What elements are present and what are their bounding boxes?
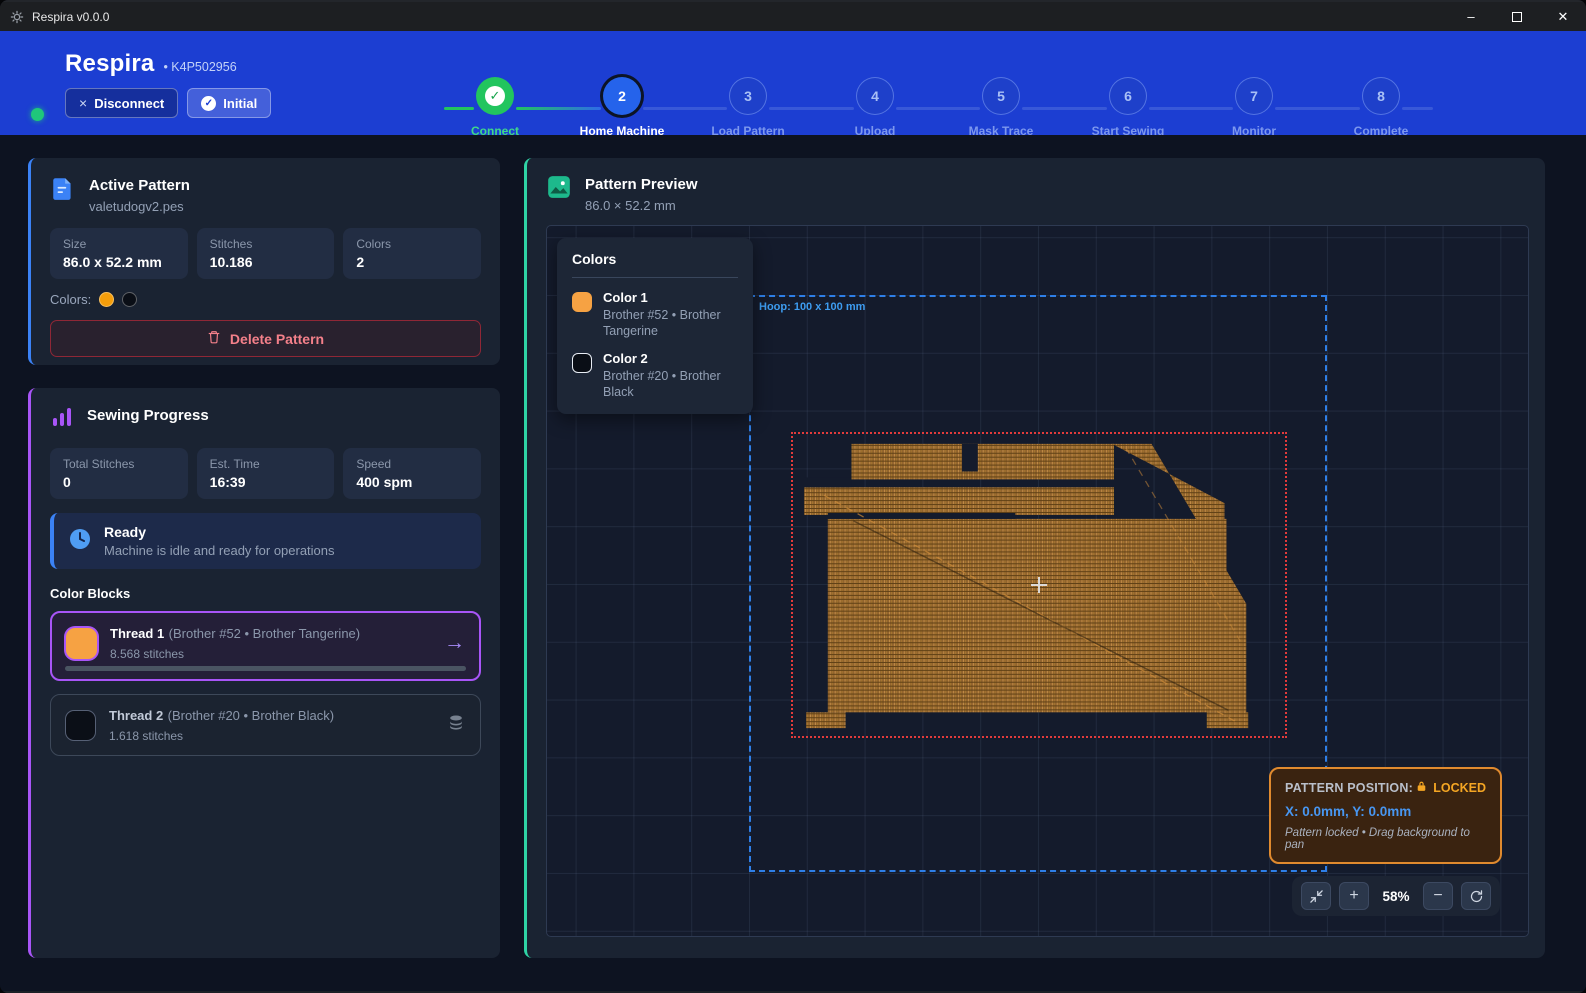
thread-row-1[interactable]: Thread 1 (Brother #52 • Brother Tangerin…	[50, 611, 481, 681]
step-complete-check-icon: ✓	[485, 86, 505, 106]
step-connect-circle: ✓	[476, 77, 514, 115]
hoop-label: Hoop: 100 x 100 mm	[759, 301, 865, 313]
stat-total-stitches: Total Stitches 0	[50, 448, 188, 499]
pattern-position-overlay: PATTERN POSITION: LOCKED X: 0.0mm, Y: 0.…	[1269, 767, 1502, 864]
step-monitor-circle: 7	[1235, 77, 1273, 115]
step-mask-trace[interactable]: 5 Mask Trace	[938, 77, 1064, 138]
legend-swatch-tangerine	[572, 292, 592, 312]
pattern-preview-card: Pattern Preview 86.0 × 52.2 mm Hoop: 100…	[524, 158, 1545, 958]
window-title: Respira v0.0.0	[32, 10, 109, 24]
stat-colors: Colors 2	[343, 228, 481, 279]
zoom-level: 58%	[1377, 889, 1415, 904]
fit-to-view-button[interactable]	[1301, 882, 1331, 910]
disconnect-button[interactable]: × Disconnect	[65, 88, 178, 118]
bar-chart-icon	[50, 405, 74, 434]
color-blocks-label: Color Blocks	[50, 586, 481, 601]
check-circle-icon: ✓	[201, 96, 216, 111]
minimize-button[interactable]: –	[1448, 2, 1494, 31]
status-title: Ready	[104, 524, 335, 540]
colors-legend: Colors Color 1 Brother #52 • Brother Tan…	[557, 238, 753, 414]
app-window: Respira v0.0.0 – ✕ Respira • K4P502956 ×…	[0, 0, 1586, 993]
close-button[interactable]: ✕	[1540, 2, 1586, 31]
legend-entry-color-2: Color 2 Brother #20 • Brother Black	[572, 351, 738, 400]
legend-title: Colors	[572, 251, 738, 278]
disconnect-x-icon: ×	[79, 95, 87, 111]
pattern-center-crosshair	[1031, 577, 1047, 593]
stat-est-time: Est. Time 16:39	[197, 448, 335, 499]
maximize-button[interactable]	[1494, 2, 1540, 31]
stat-size: Size 86.0 x 52.2 mm	[50, 228, 188, 279]
delete-pattern-label: Delete Pattern	[230, 331, 324, 347]
step-complete[interactable]: 8 Complete	[1318, 77, 1444, 138]
pattern-canvas[interactable]: Hoop: 100 x 100 mm	[546, 225, 1529, 937]
zoom-out-button[interactable]: −	[1423, 882, 1453, 910]
app-logo-icon	[10, 10, 24, 24]
image-icon	[546, 174, 572, 205]
disconnect-label: Disconnect	[94, 96, 164, 111]
brand-title: Respira	[65, 50, 154, 78]
thread-1-swatch	[66, 628, 97, 659]
step-load-pattern[interactable]: 3 Load Pattern	[685, 77, 811, 138]
legend-entry-color-1: Color 1 Brother #52 • Brother Tangerine	[572, 290, 738, 339]
step-home-machine-circle: 2	[603, 77, 641, 115]
pattern-position-hint: Pattern locked • Drag background to pan	[1285, 827, 1486, 851]
sewing-progress-card: Sewing Progress Total Stitches 0 Est. Ti…	[28, 388, 500, 958]
arrow-right-icon: →	[444, 631, 465, 655]
lock-status: LOCKED	[1433, 781, 1486, 795]
file-icon	[50, 175, 76, 206]
zoom-in-button[interactable]: +	[1339, 882, 1369, 910]
step-home-machine[interactable]: 2 Home Machine	[559, 77, 685, 138]
colors-label: Colors:	[50, 292, 91, 307]
active-pattern-card: Active Pattern valetudogv2.pes Size 86.0…	[28, 158, 500, 365]
machine-status-banner: Ready Machine is idle and ready for oper…	[50, 513, 481, 569]
pattern-preview-title: Pattern Preview	[585, 174, 698, 193]
stat-speed: Speed 400 spm	[343, 448, 481, 499]
lock-icon	[1415, 780, 1428, 796]
thread-1-progress-bar	[65, 666, 466, 671]
active-pattern-title: Active Pattern	[89, 175, 190, 194]
zoom-toolbar: + 58% −	[1292, 876, 1500, 916]
app-header: Respira • K4P502956 × Disconnect ✓ Initi…	[0, 31, 1586, 135]
maximize-icon	[1512, 12, 1522, 22]
machine-serial: • K4P502956	[163, 60, 236, 74]
layers-stack-icon	[446, 713, 466, 738]
pattern-coordinates: X: 0.0mm, Y: 0.0mm	[1285, 804, 1486, 819]
initial-label: Initial	[223, 96, 257, 111]
step-start-sewing[interactable]: 6 Start Sewing	[1065, 77, 1191, 138]
status-subtitle: Machine is idle and ready for operations	[104, 543, 335, 558]
step-complete-circle: 8	[1362, 77, 1400, 115]
color-dot-black	[122, 292, 137, 307]
clock-icon	[68, 527, 92, 556]
trash-icon	[207, 330, 221, 347]
stat-stitches: Stitches 10.186	[197, 228, 335, 279]
color-dot-tangerine	[99, 292, 114, 307]
thread-row-2[interactable]: Thread 2 (Brother #20 • Brother Black) 1…	[50, 694, 481, 756]
initial-button[interactable]: ✓ Initial	[187, 88, 271, 118]
step-start-sewing-circle: 6	[1109, 77, 1147, 115]
pattern-position-label: PATTERN POSITION:	[1285, 781, 1413, 795]
pattern-dimensions: 86.0 × 52.2 mm	[585, 198, 698, 213]
step-monitor[interactable]: 7 Monitor	[1191, 77, 1317, 138]
step-connect[interactable]: ✓ Connect	[432, 77, 558, 138]
step-upload[interactable]: 4 Upload	[812, 77, 938, 138]
pattern-filename: valetudogv2.pes	[89, 199, 190, 214]
sewing-progress-title: Sewing Progress	[87, 405, 209, 424]
step-load-pattern-circle: 3	[729, 77, 767, 115]
main-content: Active Pattern valetudogv2.pes Size 86.0…	[0, 135, 1586, 993]
thread-2-swatch	[65, 710, 96, 741]
connection-status-dot	[31, 108, 44, 121]
step-mask-trace-circle: 5	[982, 77, 1020, 115]
legend-swatch-black	[572, 353, 592, 373]
titlebar: Respira v0.0.0 – ✕	[0, 2, 1586, 31]
reset-view-button[interactable]	[1461, 882, 1491, 910]
step-upload-circle: 4	[856, 77, 894, 115]
delete-pattern-button[interactable]: Delete Pattern	[50, 320, 481, 357]
